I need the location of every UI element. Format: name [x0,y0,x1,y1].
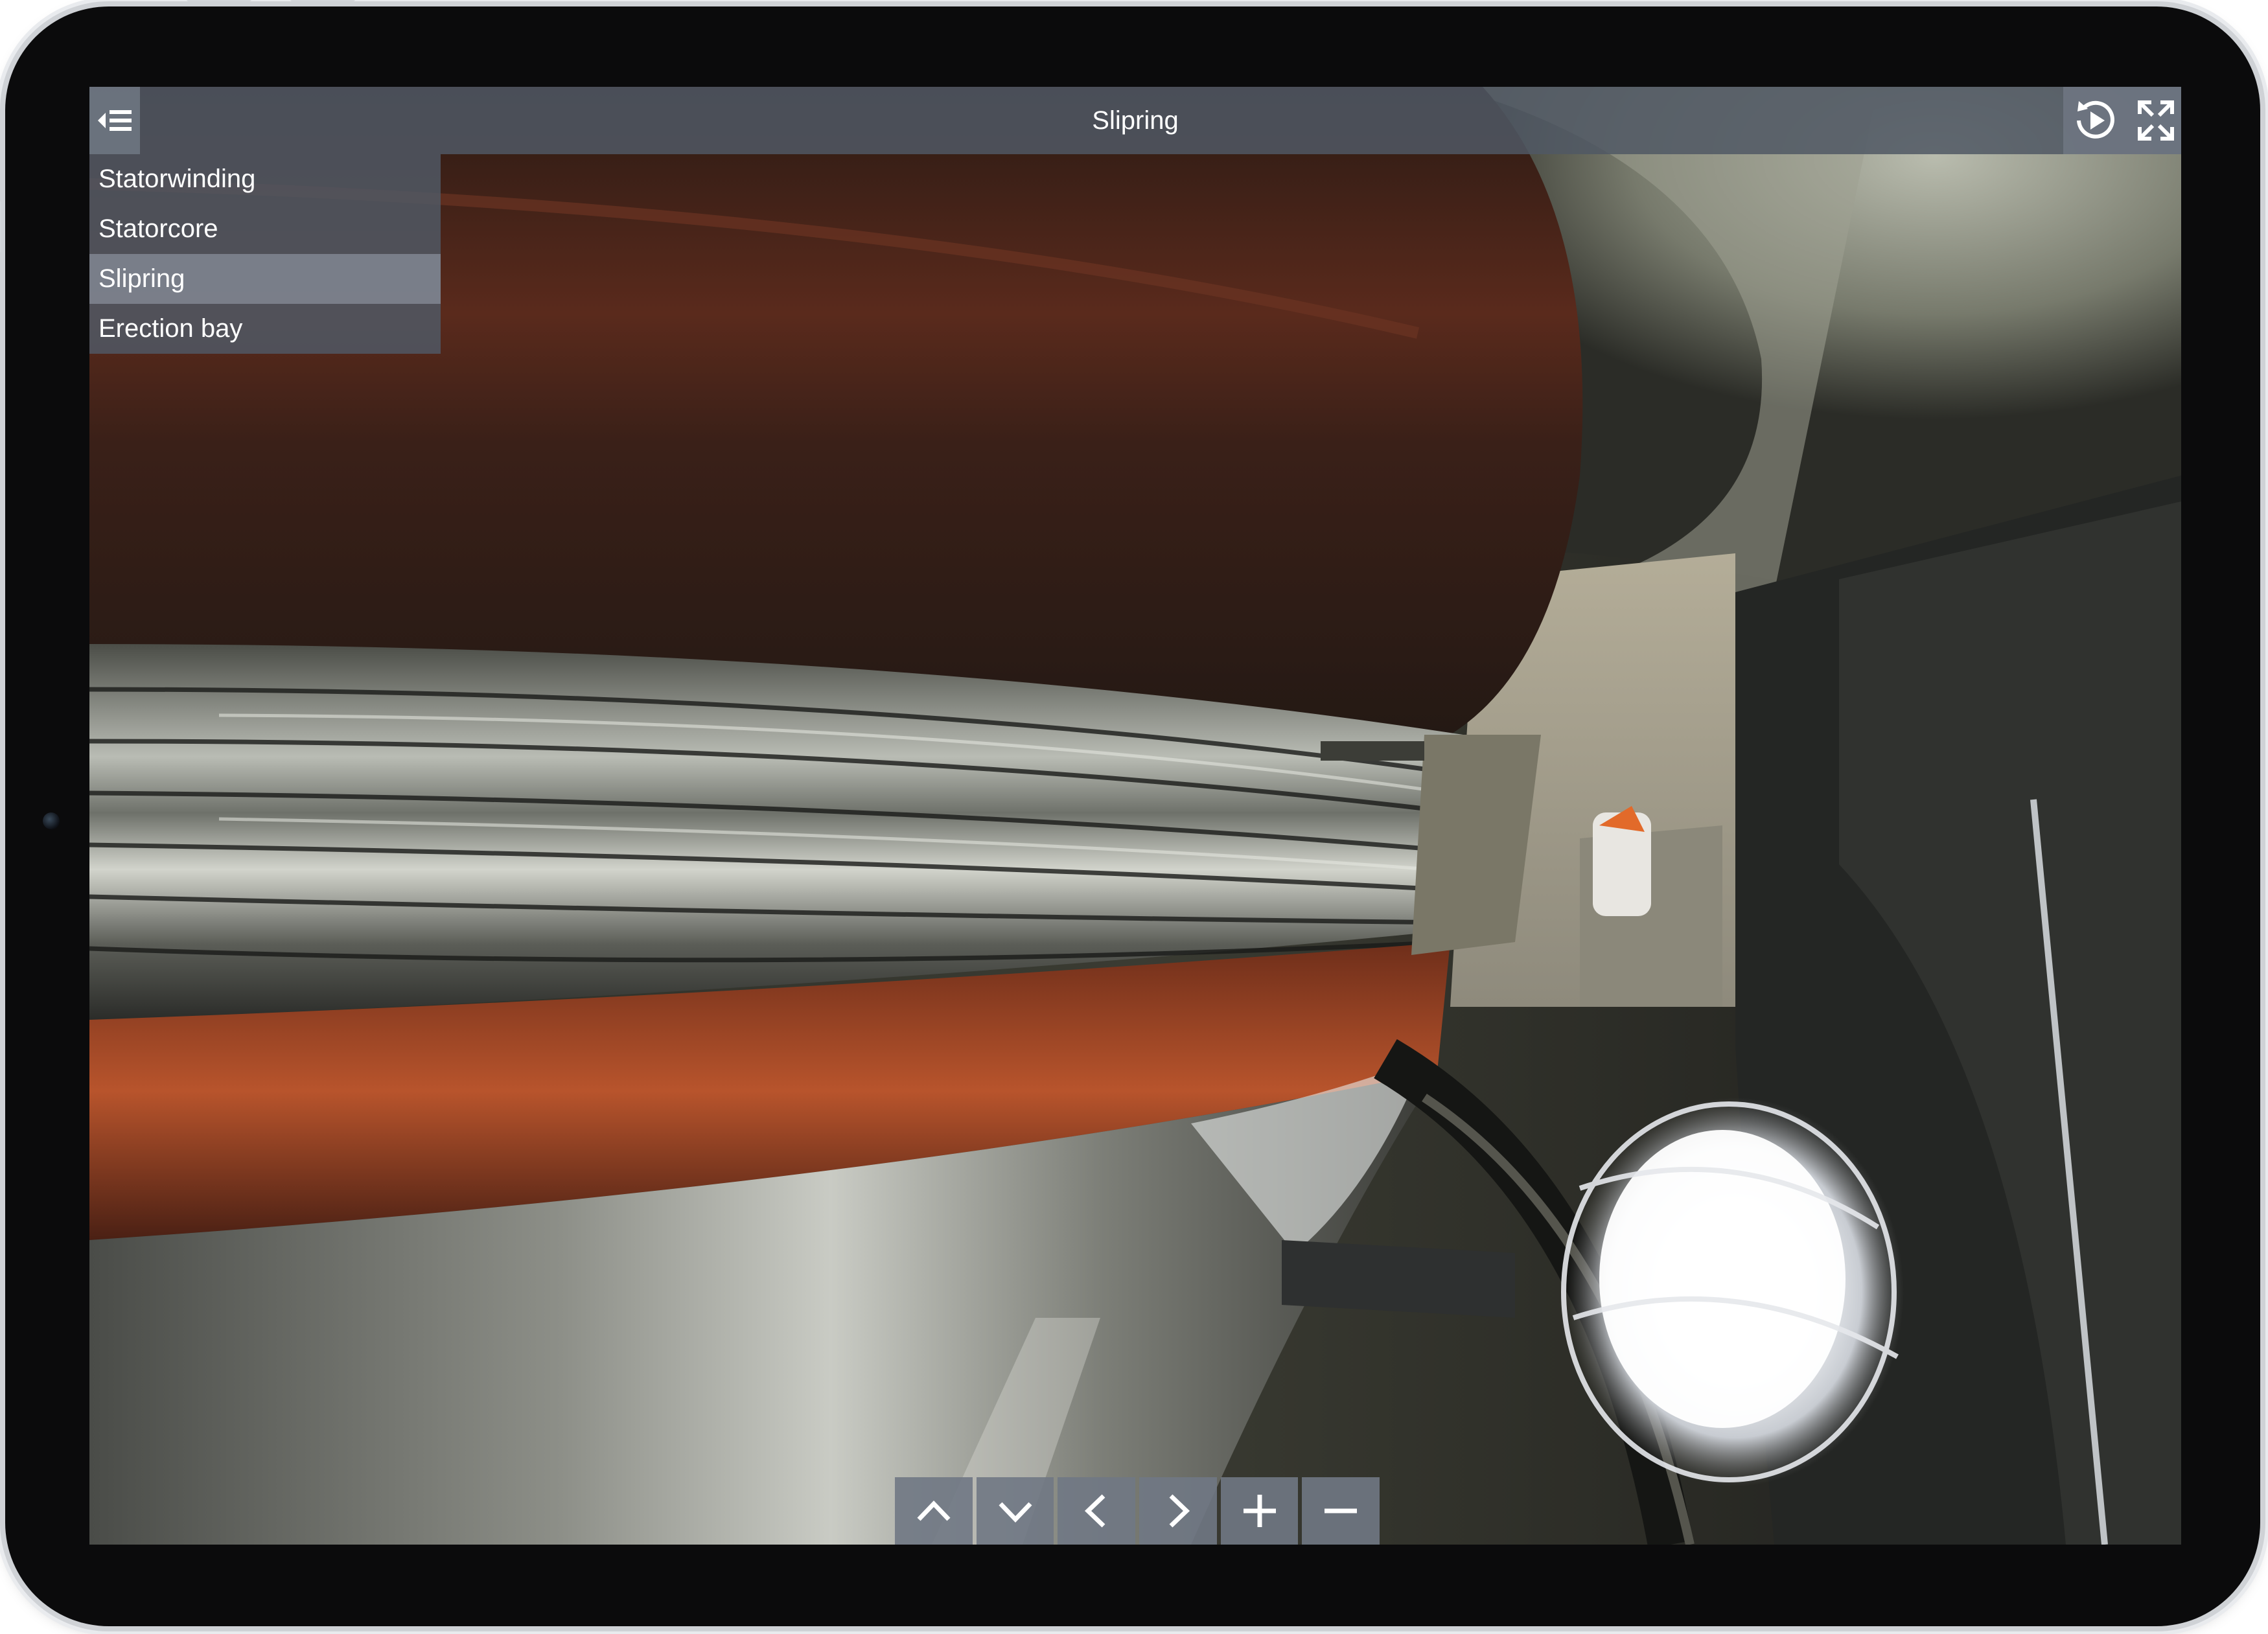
pan-down-button[interactable] [976,1477,1054,1545]
autoplay-icon[interactable] [2070,96,2122,145]
scene-item-erection-bay[interactable]: Erection bay [89,304,441,354]
scene-item-statorcore[interactable]: Statorcore [89,204,441,254]
menu-collapse-icon [98,110,132,131]
navigation-controls [895,1477,1382,1545]
top-button [187,0,251,1]
viewer-header: Slipring [89,87,2181,154]
scene-list: Statorwinding Statorcore Slipring Erecti… [89,154,441,354]
scene-item-slipring[interactable]: Slipring [89,254,441,304]
minus-icon [1325,1508,1358,1513]
zoom-out-button[interactable] [1302,1477,1380,1545]
plus-icon [1243,1495,1276,1527]
chevron-down-icon [998,1502,1032,1523]
top-button-2 [290,0,355,1]
zoom-in-button[interactable] [1220,1477,1299,1545]
scene-item-statorwinding[interactable]: Statorwinding [89,154,441,204]
fullscreen-icon[interactable] [2136,97,2176,144]
scene-title: Slipring [1092,106,1179,135]
volume-button [0,201,1,253]
menu-toggle-button[interactable] [89,87,140,154]
pan-up-button[interactable] [895,1477,973,1545]
front-camera [43,812,60,829]
pan-left-button[interactable] [1058,1477,1136,1545]
pan-right-button[interactable] [1139,1477,1217,1545]
top-right-controls [2063,87,2181,154]
chevron-right-icon [1169,1494,1190,1528]
chevron-up-icon [917,1500,951,1521]
chevron-left-icon [1085,1494,1105,1528]
panorama-viewer[interactable]: Slipring Statorwinding Statorcore Slipri… [89,87,2181,1545]
